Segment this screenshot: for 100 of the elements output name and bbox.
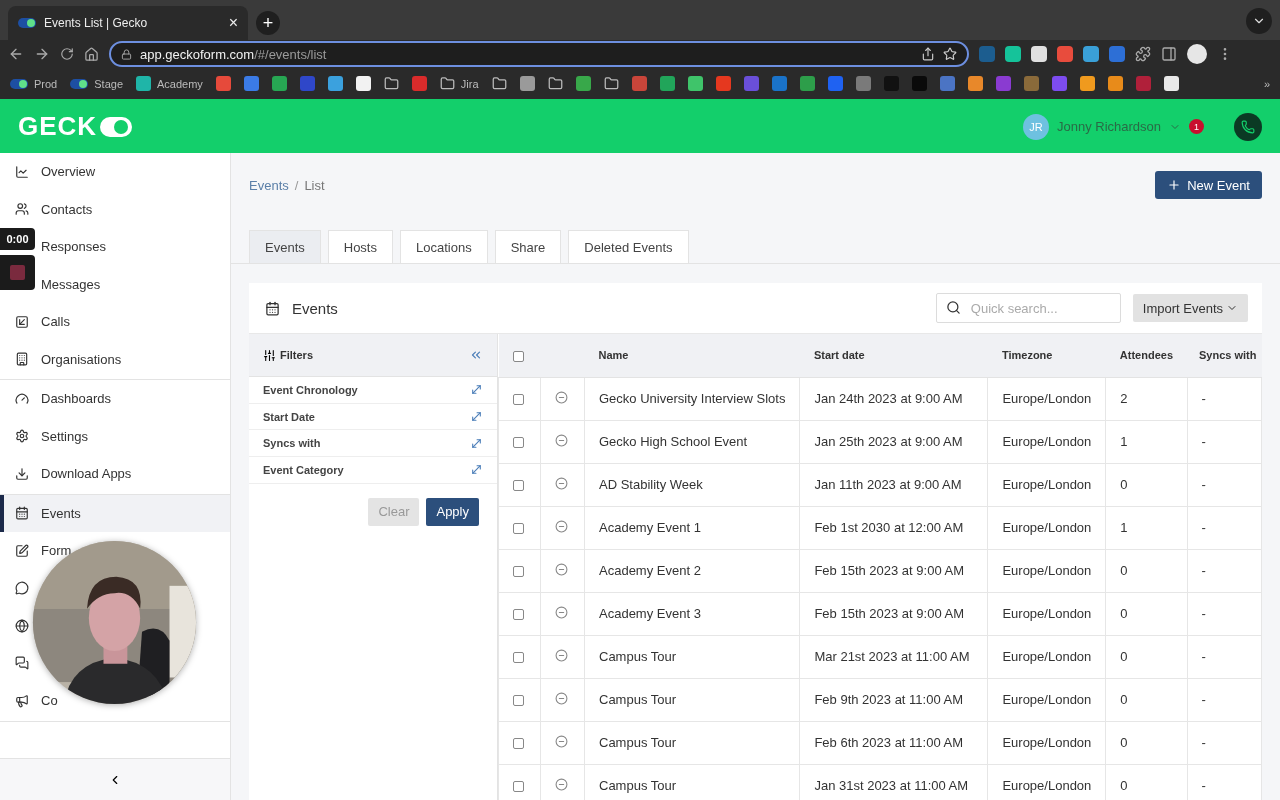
expand-icon[interactable] [470, 383, 483, 397]
table-cell: Europe/London [987, 506, 1106, 549]
people-icon[interactable] [15, 202, 29, 217]
sidebar-item[interactable]: Events [41, 505, 81, 521]
table-cell: 0 [1105, 592, 1187, 635]
reload-icon[interactable] [60, 47, 74, 61]
row-checkbox[interactable] [513, 781, 524, 793]
table-cell: Jan 11th 2023 at 9:00 AM [799, 463, 988, 506]
megaphone-icon[interactable] [15, 693, 29, 708]
forward-icon[interactable] [34, 46, 50, 62]
extension-icon[interactable] [1109, 46, 1125, 62]
globe-icon[interactable] [15, 618, 29, 633]
sidebar-item[interactable]: Calls [41, 314, 70, 330]
new-event-button[interactable]: New Event [1155, 171, 1262, 199]
close-tab-button[interactable]: × [228, 14, 238, 32]
sidebar-item[interactable]: Dashboards [41, 391, 112, 407]
expand-icon[interactable] [470, 410, 483, 424]
phone-square-icon[interactable] [15, 314, 29, 329]
row-checkbox[interactable] [513, 695, 524, 707]
tab[interactable]: Deleted Events [568, 230, 689, 263]
minus-circle-icon[interactable] [555, 648, 568, 662]
row-checkbox[interactable] [513, 394, 524, 406]
bookmark-link[interactable]: Prod [34, 77, 58, 90]
sidebar-item[interactable]: Overview [41, 164, 96, 180]
row-checkbox[interactable] [513, 609, 524, 621]
sidebar-item[interactable]: Messages [41, 276, 101, 292]
extension-icon[interactable] [1005, 46, 1021, 62]
new-tab-button[interactable]: + [256, 11, 280, 35]
import-events-button[interactable]: Import Events [1132, 294, 1248, 322]
table-cell: 0 [1105, 635, 1187, 678]
chat-bubble-icon[interactable] [15, 581, 29, 596]
minus-circle-icon[interactable] [555, 777, 568, 791]
breadcrumb-link[interactable]: Events [249, 177, 289, 193]
table-cell: - [1187, 678, 1262, 721]
bookmark-link[interactable]: Jira [460, 77, 479, 90]
sidebar-item[interactable]: Co [41, 693, 58, 709]
table-cell: Campus Tour [584, 635, 800, 678]
minus-circle-icon[interactable] [555, 390, 568, 404]
extension-icon[interactable] [1057, 46, 1073, 62]
minus-circle-icon[interactable] [555, 691, 568, 705]
sidebar-item[interactable]: Settings [41, 428, 88, 444]
collapse-icon[interactable] [469, 348, 483, 362]
minus-circle-icon[interactable] [555, 605, 568, 619]
row-checkbox[interactable] [513, 523, 524, 535]
search-field[interactable]: Quick search... [935, 293, 1121, 323]
row-checkbox[interactable] [513, 437, 524, 449]
minus-circle-icon[interactable] [555, 562, 568, 576]
row-checkbox[interactable] [513, 480, 524, 492]
download-icon[interactable] [15, 466, 29, 481]
minus-circle-icon[interactable] [555, 734, 568, 748]
sidebar-item[interactable]: Organisations [41, 351, 122, 367]
phone-button[interactable] [1234, 112, 1262, 141]
building-icon[interactable] [15, 352, 29, 367]
expand-icon[interactable] [470, 463, 483, 477]
minus-circle-icon[interactable] [555, 433, 568, 447]
row-checkbox[interactable] [513, 652, 524, 664]
table-cell: 0 [1105, 721, 1187, 764]
apply-button[interactable]: Apply [426, 497, 479, 526]
browser-tab[interactable]: Events List | Gecko × [8, 6, 248, 40]
back-icon[interactable] [8, 46, 24, 62]
side-panel-icon[interactable] [1161, 46, 1177, 62]
share-icon[interactable] [921, 47, 935, 61]
expand-icon[interactable] [470, 436, 483, 450]
row-checkbox[interactable] [513, 738, 524, 750]
sidebar-item[interactable]: Form [41, 543, 72, 559]
column-header: Start date [799, 334, 988, 377]
chart-icon[interactable] [15, 164, 29, 179]
row-checkbox[interactable] [513, 566, 524, 578]
minus-circle-icon[interactable] [555, 476, 568, 490]
address-bar[interactable]: app.geckoform.com/#/events/list [109, 41, 969, 67]
profile-avatar[interactable] [1187, 44, 1207, 64]
extension-icon[interactable] [1031, 46, 1047, 62]
home-icon[interactable] [84, 46, 99, 62]
phone-icon[interactable] [1241, 119, 1255, 134]
table-cell: 0 [1105, 678, 1187, 721]
tab[interactable]: Hosts [327, 230, 393, 263]
bookmark-link[interactable]: Academy [157, 77, 203, 90]
select-all-checkbox[interactable] [512, 350, 524, 362]
tab-search-button[interactable] [1246, 8, 1272, 34]
settings-icon[interactable] [15, 429, 29, 444]
tab[interactable]: Share [494, 230, 562, 263]
puzzle-icon[interactable] [1135, 46, 1151, 62]
table-cell: Europe/London [987, 377, 1106, 420]
chat-bubbles-icon[interactable] [15, 656, 29, 671]
calendar-icon[interactable] [15, 506, 29, 521]
more-bookmarks-button[interactable]: » [1263, 77, 1270, 90]
gauge-icon[interactable] [15, 391, 29, 406]
star-icon[interactable] [943, 47, 957, 61]
sidebar-item[interactable]: Responses [41, 239, 107, 255]
tab[interactable]: Events [249, 230, 321, 263]
column-header: Attendees [1105, 334, 1187, 377]
minus-circle-icon[interactable] [555, 519, 568, 533]
sidebar-item[interactable]: Download Apps [41, 466, 132, 482]
pen-square-icon[interactable] [15, 543, 29, 558]
sidebar-item[interactable]: Contacts [41, 201, 93, 217]
extension-icon[interactable] [1083, 46, 1099, 62]
folder-icon [439, 76, 455, 91]
bookmark-link[interactable]: Stage [94, 77, 123, 90]
notification-badge[interactable]: 1 [1189, 119, 1204, 134]
tab[interactable]: Locations [400, 230, 488, 263]
